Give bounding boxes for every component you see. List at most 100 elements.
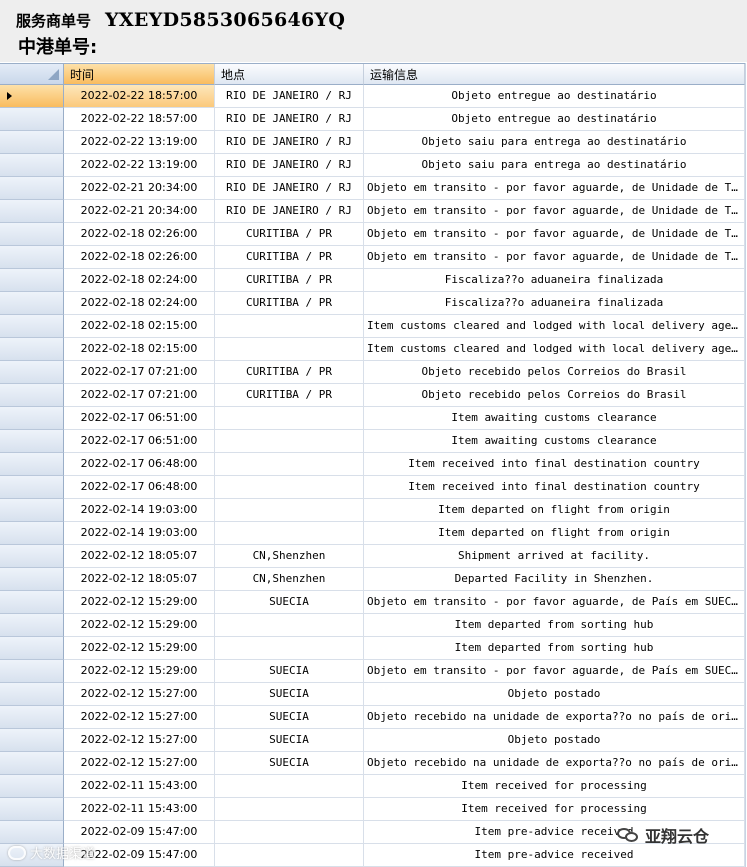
row-header[interactable] <box>0 407 64 430</box>
row-header[interactable] <box>0 85 64 108</box>
time-cell[interactable]: 2022-02-14 19:03:00 <box>64 522 215 545</box>
info-cell[interactable]: Objeto em transito - por favor aguarde, … <box>364 246 745 269</box>
row-header[interactable] <box>0 476 64 499</box>
info-cell[interactable]: Item received for processing <box>364 798 745 821</box>
table-row[interactable]: 2022-02-12 15:27:00 SUECIA Objeto recebido… <box>0 706 745 729</box>
table-row[interactable]: 2022-02-17 07:21:00 CURITIBA / PR Objeto r… <box>0 384 745 407</box>
table-row[interactable]: 2022-02-17 06:48:00 Item received into fi… <box>0 476 745 499</box>
table-row[interactable]: 2022-02-12 15:27:00 SUECIA Objeto postado <box>0 683 745 706</box>
location-cell[interactable]: SUECIA <box>215 706 364 729</box>
info-cell[interactable]: Item customs cleared and lodged with loc… <box>364 338 745 361</box>
table-row[interactable]: 2022-02-22 13:19:00 RIO DE JANEIRO / RJ Ob… <box>0 131 745 154</box>
time-cell[interactable]: 2022-02-17 07:21:00 <box>64 361 215 384</box>
location-cell[interactable]: RIO DE JANEIRO / RJ <box>215 154 364 177</box>
table-row[interactable]: 2022-02-18 02:24:00 CURITIBA / PR Fiscaliz… <box>0 292 745 315</box>
time-cell[interactable]: 2022-02-18 02:26:00 <box>64 246 215 269</box>
location-cell[interactable]: SUECIA <box>215 591 364 614</box>
location-cell[interactable]: CN,Shenzhen <box>215 545 364 568</box>
row-header[interactable] <box>0 660 64 683</box>
table-row[interactable]: 2022-02-14 19:03:00 Item departed on flig… <box>0 522 745 545</box>
info-cell[interactable]: Objeto recebido na unidade de exporta??o… <box>364 706 745 729</box>
time-cell[interactable]: 2022-02-11 15:43:00 <box>64 798 215 821</box>
row-header[interactable] <box>0 315 64 338</box>
table-row[interactable]: 2022-02-12 15:27:00 SUECIA Objeto recebido… <box>0 752 745 775</box>
info-cell[interactable]: Item received for processing <box>364 775 745 798</box>
info-cell[interactable]: Objeto postado <box>364 683 745 706</box>
info-cell[interactable]: Item customs cleared and lodged with loc… <box>364 315 745 338</box>
row-header[interactable] <box>0 246 64 269</box>
time-cell[interactable]: 2022-02-17 06:48:00 <box>64 453 215 476</box>
table-row[interactable]: 2022-02-17 06:51:00 Item awaiting customs… <box>0 430 745 453</box>
info-cell[interactable]: Objeto entregue ao destinatário <box>364 85 745 108</box>
location-cell[interactable] <box>215 315 364 338</box>
time-cell[interactable]: 2022-02-12 18:05:07 <box>64 568 215 591</box>
row-header[interactable] <box>0 453 64 476</box>
table-row[interactable]: 2022-02-21 20:34:00 RIO DE JANEIRO / RJ Ob… <box>0 200 745 223</box>
location-cell[interactable]: CURITIBA / PR <box>215 246 364 269</box>
time-cell[interactable]: 2022-02-17 07:21:00 <box>64 384 215 407</box>
row-header[interactable] <box>0 798 64 821</box>
time-cell[interactable]: 2022-02-14 19:03:00 <box>64 499 215 522</box>
location-cell[interactable] <box>215 637 364 660</box>
time-cell[interactable]: 2022-02-18 02:26:00 <box>64 223 215 246</box>
time-cell[interactable]: 2022-02-12 15:27:00 <box>64 729 215 752</box>
location-cell[interactable]: SUECIA <box>215 660 364 683</box>
row-header[interactable] <box>0 706 64 729</box>
location-cell[interactable]: CURITIBA / PR <box>215 269 364 292</box>
location-cell[interactable] <box>215 430 364 453</box>
time-cell[interactable]: 2022-02-12 18:05:07 <box>64 545 215 568</box>
location-cell[interactable]: SUECIA <box>215 752 364 775</box>
row-header[interactable] <box>0 614 64 637</box>
info-cell[interactable]: Objeto recebido pelos Correios do Brasil <box>364 384 745 407</box>
time-cell[interactable]: 2022-02-18 02:24:00 <box>64 292 215 315</box>
table-row[interactable]: 2022-02-11 15:43:00 Item received for pro… <box>0 798 745 821</box>
info-cell[interactable]: Objeto saiu para entrega ao destinatário <box>364 131 745 154</box>
row-header[interactable] <box>0 729 64 752</box>
row-header[interactable] <box>0 775 64 798</box>
row-header[interactable] <box>0 522 64 545</box>
row-header[interactable] <box>0 499 64 522</box>
time-cell[interactable]: 2022-02-18 02:15:00 <box>64 315 215 338</box>
location-cell[interactable] <box>215 338 364 361</box>
location-cell[interactable] <box>215 821 364 844</box>
info-cell[interactable]: Item awaiting customs clearance <box>364 430 745 453</box>
location-cell[interactable]: CURITIBA / PR <box>215 292 364 315</box>
location-cell[interactable]: CN,Shenzhen <box>215 568 364 591</box>
time-cell[interactable]: 2022-02-22 13:19:00 <box>64 131 215 154</box>
info-cell[interactable]: Objeto em transito - por favor aguarde, … <box>364 660 745 683</box>
time-cell[interactable]: 2022-02-21 20:34:00 <box>64 177 215 200</box>
table-row[interactable]: 2022-02-18 02:26:00 CURITIBA / PR Objeto e… <box>0 223 745 246</box>
time-cell[interactable]: 2022-02-12 15:27:00 <box>64 683 215 706</box>
info-cell[interactable]: Objeto em transito - por favor aguarde, … <box>364 200 745 223</box>
row-header[interactable] <box>0 545 64 568</box>
info-cell[interactable]: Item departed from sorting hub <box>364 637 745 660</box>
column-header-location[interactable]: 地点 <box>215 64 364 85</box>
info-cell[interactable]: Departed Facility in Shenzhen. <box>364 568 745 591</box>
location-cell[interactable] <box>215 614 364 637</box>
row-header[interactable] <box>0 568 64 591</box>
time-cell[interactable]: 2022-02-22 18:57:00 <box>64 85 215 108</box>
row-header[interactable] <box>0 154 64 177</box>
location-cell[interactable]: SUECIA <box>215 729 364 752</box>
info-cell[interactable]: Item awaiting customs clearance <box>364 407 745 430</box>
row-header[interactable] <box>0 131 64 154</box>
location-cell[interactable] <box>215 407 364 430</box>
location-cell[interactable]: RIO DE JANEIRO / RJ <box>215 131 364 154</box>
info-cell[interactable]: Objeto em transito - por favor aguarde, … <box>364 177 745 200</box>
table-row[interactable]: 2022-02-18 02:15:00 Item customs cleared … <box>0 315 745 338</box>
location-cell[interactable] <box>215 522 364 545</box>
column-header-time[interactable]: 时间 <box>64 64 215 85</box>
info-cell[interactable]: Shipment arrived at facility. <box>364 545 745 568</box>
row-header[interactable] <box>0 637 64 660</box>
table-row[interactable]: 2022-02-21 20:34:00 RIO DE JANEIRO / RJ Ob… <box>0 177 745 200</box>
row-header[interactable] <box>0 108 64 131</box>
table-row[interactable]: 2022-02-22 18:57:00 RIO DE JANEIRO / RJ Ob… <box>0 108 745 131</box>
column-header-info[interactable]: 运输信息 <box>364 64 745 85</box>
info-cell[interactable]: Item pre-advice received <box>364 844 745 867</box>
table-row[interactable]: 2022-02-11 15:43:00 Item received for pro… <box>0 775 745 798</box>
location-cell[interactable]: SUECIA <box>215 683 364 706</box>
row-header[interactable] <box>0 752 64 775</box>
table-row[interactable]: 2022-02-12 15:29:00 Item departed from so… <box>0 637 745 660</box>
row-header[interactable] <box>0 223 64 246</box>
info-cell[interactable]: Objeto postado <box>364 729 745 752</box>
